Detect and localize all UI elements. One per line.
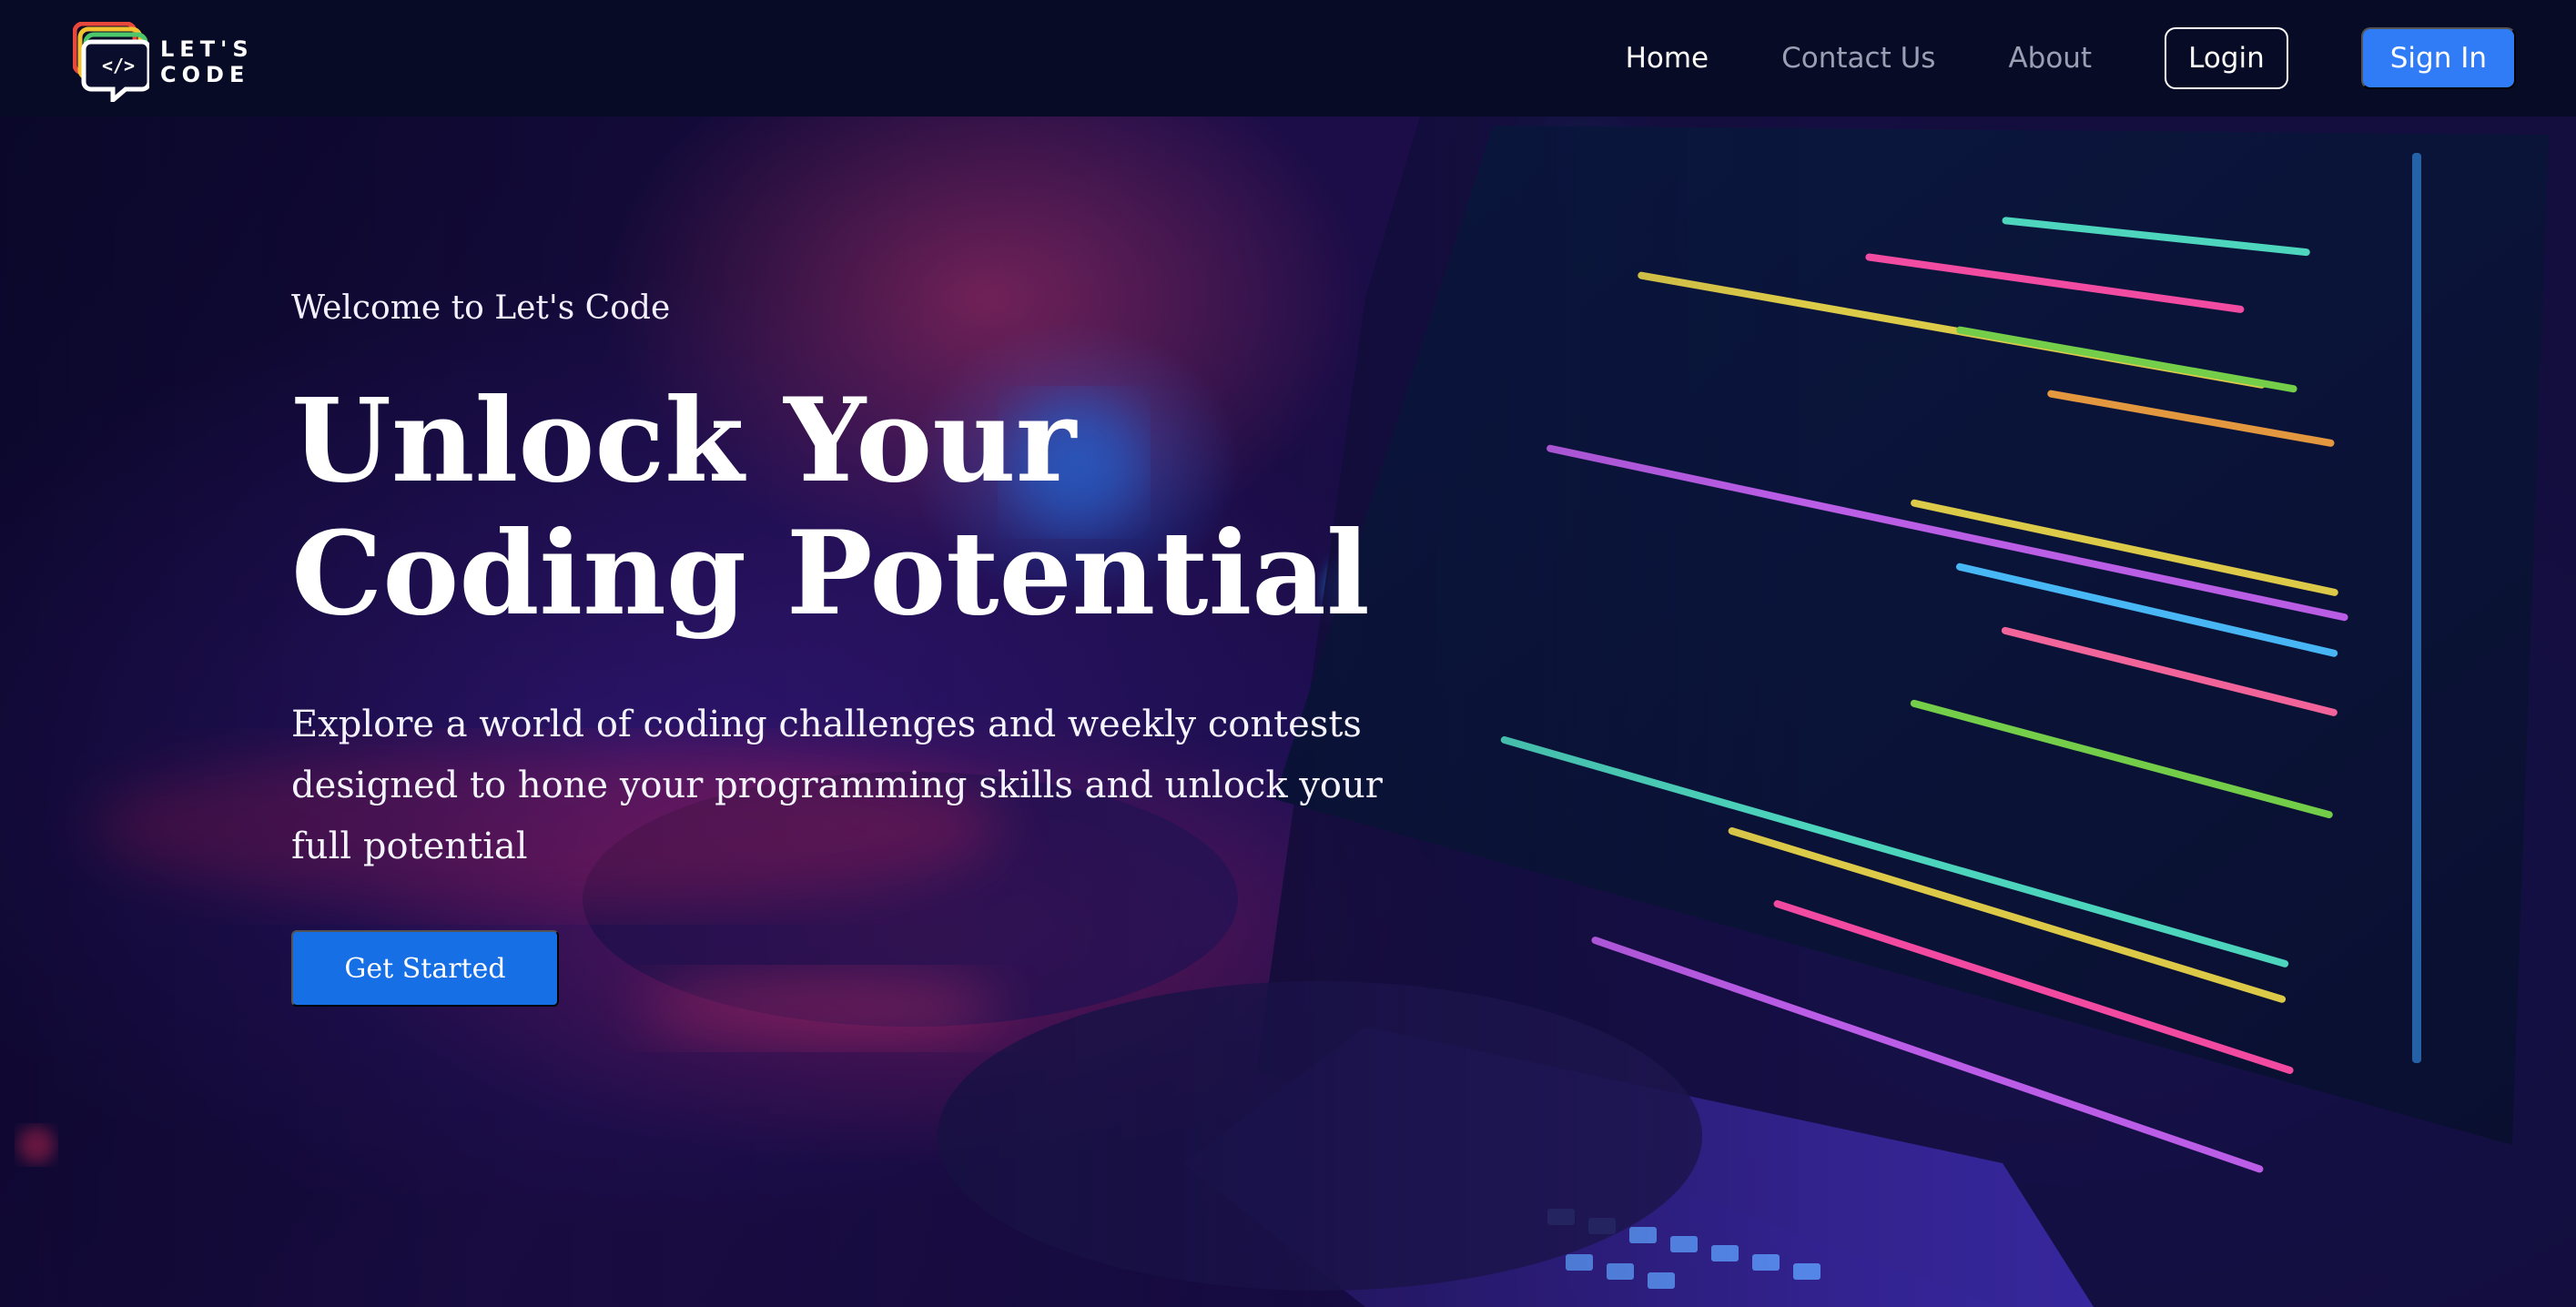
svg-text:</>: </>	[102, 55, 135, 76]
brand-logo[interactable]: </> LET'S CODE	[72, 21, 346, 106]
code-chat-bubble-icon: </>	[72, 21, 152, 106]
hero-headline: Unlock Your Coding Potential	[291, 373, 1370, 641]
nav-home-link[interactable]: Home	[1626, 42, 1709, 75]
hero-section: Welcome to Let's Code Unlock Your Coding…	[0, 117, 2576, 1307]
hero-content: Welcome to Let's Code Unlock Your Coding…	[291, 289, 1566, 1007]
nav-about-link[interactable]: About	[2008, 42, 2092, 75]
login-button[interactable]: Login	[2165, 27, 2288, 89]
hero-description: Explore a world of coding challenges and…	[291, 704, 1383, 867]
main-nav: Home Contact Us About Login Sign In	[1626, 27, 2516, 89]
get-started-button[interactable]: Get Started	[291, 930, 559, 1007]
brand-name: LET'S CODE	[160, 36, 254, 87]
nav-contact-link[interactable]: Contact Us	[1781, 42, 1935, 75]
top-navbar: </> LET'S CODE Home Contact Us About Log…	[0, 0, 2576, 117]
hero-eyebrow: Welcome to Let's Code	[291, 289, 671, 327]
sign-in-button[interactable]: Sign In	[2360, 27, 2516, 89]
